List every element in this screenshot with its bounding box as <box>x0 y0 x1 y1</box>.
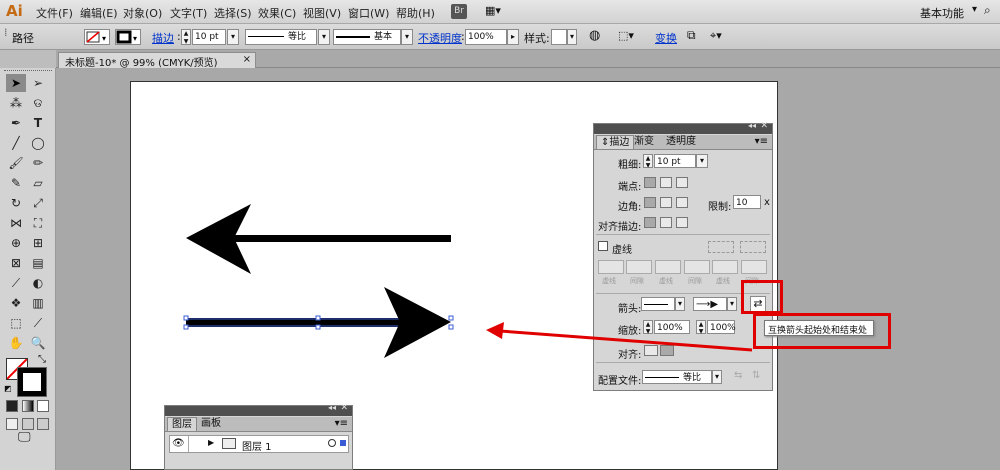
divider <box>188 436 189 452</box>
tab-artboards[interactable]: 画板 <box>197 417 225 431</box>
tab-layers[interactable]: 图层 <box>167 417 197 431</box>
panel-menu-icon[interactable]: ▾≡ <box>335 418 348 429</box>
selection-indicator[interactable] <box>340 440 346 446</box>
eye-icon[interactable]: 👁 <box>172 438 185 449</box>
layer-name[interactable]: 图层 1 <box>242 438 272 453</box>
collapse-icon[interactable]: ◂◂ <box>328 403 336 412</box>
target-icon[interactable] <box>328 439 336 447</box>
layer-thumbnail <box>222 438 236 449</box>
layers-panel-titlebar[interactable]: ◂◂ ✕ <box>165 403 352 416</box>
expand-triangle-icon[interactable]: ▶ <box>208 438 214 447</box>
annotation-arrow <box>486 322 753 352</box>
layer-row[interactable]: 👁 ▶ 图层 1 <box>169 435 349 453</box>
close-panel-icon[interactable]: ✕ <box>340 403 348 413</box>
layers-panel: ◂◂ ✕ 图层 画板 ▾≡ 👁 ▶ 图层 1 <box>164 403 353 470</box>
